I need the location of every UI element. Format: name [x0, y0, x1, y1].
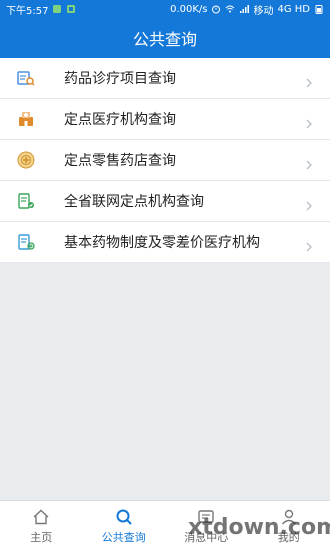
menu-item-label: 全省联网定点机构查询 — [64, 191, 204, 211]
menu-item-medicine-query[interactable]: 药品诊疗项目查询 — [0, 58, 330, 99]
notification-icon — [52, 4, 62, 14]
nav-label: 主页 — [30, 529, 52, 545]
nav-public-query[interactable]: 公共查询 — [83, 501, 166, 551]
menu-item-label: 定点医疗机构查询 — [64, 109, 176, 129]
chevron-right-icon — [304, 196, 314, 206]
chevron-right-icon — [304, 114, 314, 124]
status-time: 下午5:57 — [6, 2, 48, 17]
essential-drug-icon — [16, 232, 36, 252]
medicine-search-icon — [16, 68, 36, 88]
nav-label: 公共查询 — [102, 529, 146, 545]
menu-item-label: 基本药物制度及零差价医疗机构 — [64, 232, 260, 252]
app-notification-icon — [66, 4, 76, 14]
network-speed: 0.00K/s — [170, 4, 207, 15]
hospital-icon — [16, 109, 36, 129]
menu-item-pharmacy-query[interactable]: 定点零售药店查询 — [0, 140, 330, 181]
chevron-right-icon — [304, 237, 314, 247]
page-title: 公共查询 — [133, 26, 197, 50]
nav-home[interactable]: 主页 — [0, 501, 83, 551]
watermark: xtdown.com — [188, 515, 330, 540]
query-menu: 药品诊疗项目查询 定点医疗机构查询 — [0, 58, 330, 263]
pharmacy-icon — [16, 150, 36, 170]
signal-icon — [239, 4, 249, 14]
menu-item-label: 药品诊疗项目查询 — [64, 68, 176, 88]
network-type: 4G HD — [277, 4, 310, 15]
menu-item-network-institution-query[interactable]: 全省联网定点机构查询 — [0, 181, 330, 222]
search-icon — [115, 508, 133, 526]
home-icon — [32, 508, 50, 526]
status-bar: 下午5:57 0.00K/s 移动 4G HD — [0, 0, 330, 18]
carrier: 移动 — [253, 2, 273, 17]
wifi-icon — [225, 4, 235, 14]
alarm-icon — [211, 4, 221, 14]
menu-item-label: 定点零售药店查询 — [64, 150, 176, 170]
chevron-right-icon — [304, 155, 314, 165]
page-header: 公共查询 — [0, 18, 330, 58]
chevron-right-icon — [304, 73, 314, 83]
network-institution-icon — [16, 191, 36, 211]
battery-icon — [314, 4, 324, 14]
menu-item-hospital-query[interactable]: 定点医疗机构查询 — [0, 99, 330, 140]
menu-item-essential-drug-query[interactable]: 基本药物制度及零差价医疗机构 — [0, 222, 330, 263]
